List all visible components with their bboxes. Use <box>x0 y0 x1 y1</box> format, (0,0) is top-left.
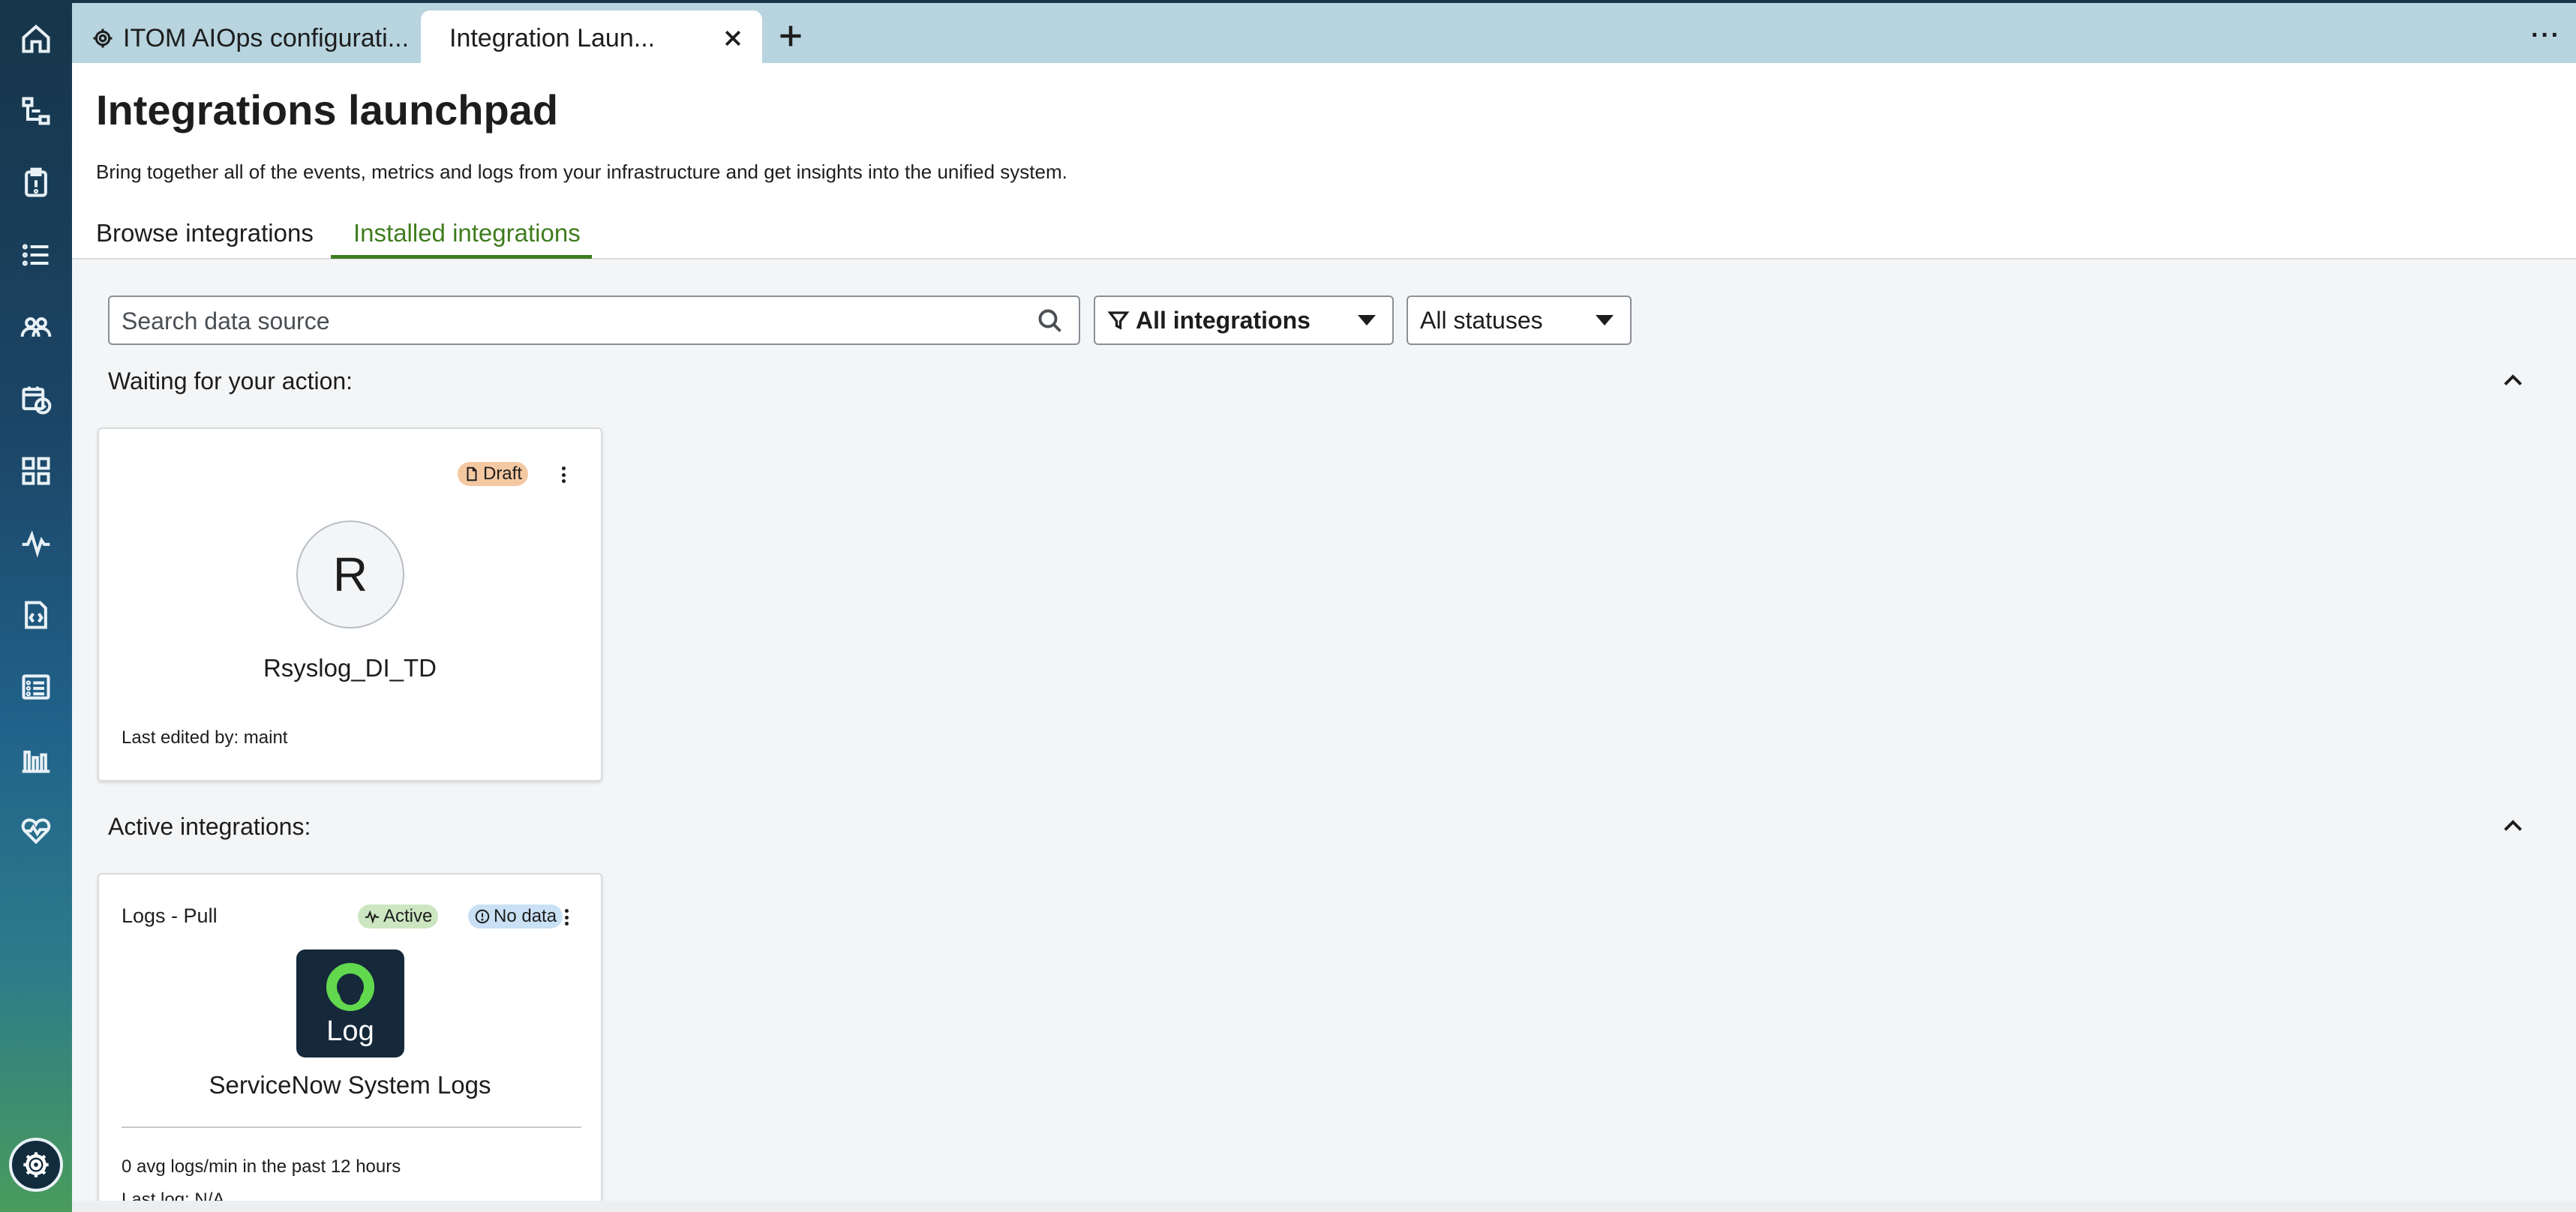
tab-bar: ITOM AIOps configurati... Integration La… <box>72 0 2576 66</box>
status-filter-select[interactable]: All statuses <box>1407 296 1632 345</box>
grid-icon[interactable] <box>18 453 54 489</box>
tab-browse-integrations[interactable]: Browse integrations <box>96 219 314 248</box>
draft-icon <box>467 466 477 482</box>
tab-installed-integrations[interactable]: Installed integrations <box>353 219 581 248</box>
active-section-title: Active integrations: <box>108 813 311 840</box>
bar-chart-icon[interactable] <box>18 741 54 777</box>
info-circle-icon <box>475 909 490 924</box>
workflow-icon[interactable] <box>18 93 54 129</box>
card-divider <box>122 1126 581 1128</box>
tab-itom-aiops[interactable]: ITOM AIOps configurati... <box>81 10 411 66</box>
badge-label: Active <box>383 906 433 926</box>
card-title[interactable]: Rsyslog_DI_TD <box>99 654 601 682</box>
more-options-icon[interactable]: ··· <box>2531 22 2561 48</box>
pulse-icon <box>365 910 380 924</box>
integration-type: Logs - Pull <box>122 904 218 927</box>
search-icon[interactable] <box>1037 308 1064 334</box>
integration-card-servicenow-logs[interactable]: Logs - Pull Active No data Log ServiceNo… <box>98 873 602 1212</box>
integrations-filter-value: All integrations <box>1136 306 1311 334</box>
status-badge-draft: Draft <box>457 462 528 486</box>
avg-logs-text: 0 avg logs/min in the past 12 hours <box>122 1156 401 1177</box>
left-rail <box>0 0 72 1212</box>
logo-text: Log <box>326 1016 374 1047</box>
tab-label: Integration Laun... <box>449 23 656 52</box>
settings-icon[interactable] <box>9 1138 63 1192</box>
pulse-icon[interactable] <box>18 525 54 561</box>
home-icon[interactable] <box>18 21 54 57</box>
chevron-down-icon <box>1358 315 1376 326</box>
badge-label: No data <box>494 906 557 926</box>
integrations-filter-select[interactable]: All integrations <box>1094 296 1394 345</box>
search-input[interactable]: Search data source <box>108 296 1080 345</box>
clipboard-icon[interactable] <box>18 165 54 201</box>
gear-icon <box>92 27 114 50</box>
table-list-icon[interactable] <box>18 669 54 705</box>
horizontal-scroll-area <box>72 1201 2576 1212</box>
tab-integration-launchpad[interactable]: Integration Laun... <box>421 10 762 66</box>
status-badge-no-data: No data <box>468 904 563 928</box>
chevron-down-icon <box>1596 315 1614 326</box>
tab-label: ITOM AIOps configurati... <box>123 23 410 52</box>
avatar: R <box>296 520 404 628</box>
add-tab-icon[interactable] <box>777 22 804 50</box>
chevron-up-icon[interactable] <box>2499 368 2526 394</box>
main-content: Search data source All integrations All … <box>72 260 2576 1212</box>
active-tab-indicator <box>331 255 592 259</box>
last-edited-text: Last edited by: maint <box>122 728 288 748</box>
card-menu-icon[interactable] <box>556 462 571 488</box>
search-placeholder: Search data source <box>122 308 330 334</box>
filter-icon <box>1107 309 1130 332</box>
heart-pulse-icon[interactable] <box>18 813 54 849</box>
integration-card-rsyslog[interactable]: Draft R Rsyslog_DI_TD Last edited by: ma… <box>98 428 602 782</box>
badge-label: Draft <box>482 464 522 484</box>
status-badge-active: Active <box>358 904 439 928</box>
page-title: Integrations launchpad <box>96 86 559 134</box>
chevron-up-icon[interactable] <box>2499 813 2526 840</box>
card-menu-icon[interactable] <box>559 904 574 930</box>
page-header: Integrations launchpad Bring together al… <box>72 63 2576 260</box>
code-file-icon[interactable] <box>18 597 54 633</box>
waiting-section-title: Waiting for your action: <box>108 368 353 394</box>
calendar-clock-icon[interactable] <box>18 381 54 417</box>
status-filter-value: All statuses <box>1420 306 1543 334</box>
users-icon[interactable] <box>18 309 54 345</box>
card-title[interactable]: ServiceNow System Logs <box>99 1071 601 1100</box>
list-icon[interactable] <box>18 237 54 273</box>
servicenow-log-logo: Log <box>296 950 404 1058</box>
page-subtitle: Bring together all of the events, metric… <box>96 160 1067 183</box>
close-icon[interactable] <box>722 27 744 50</box>
